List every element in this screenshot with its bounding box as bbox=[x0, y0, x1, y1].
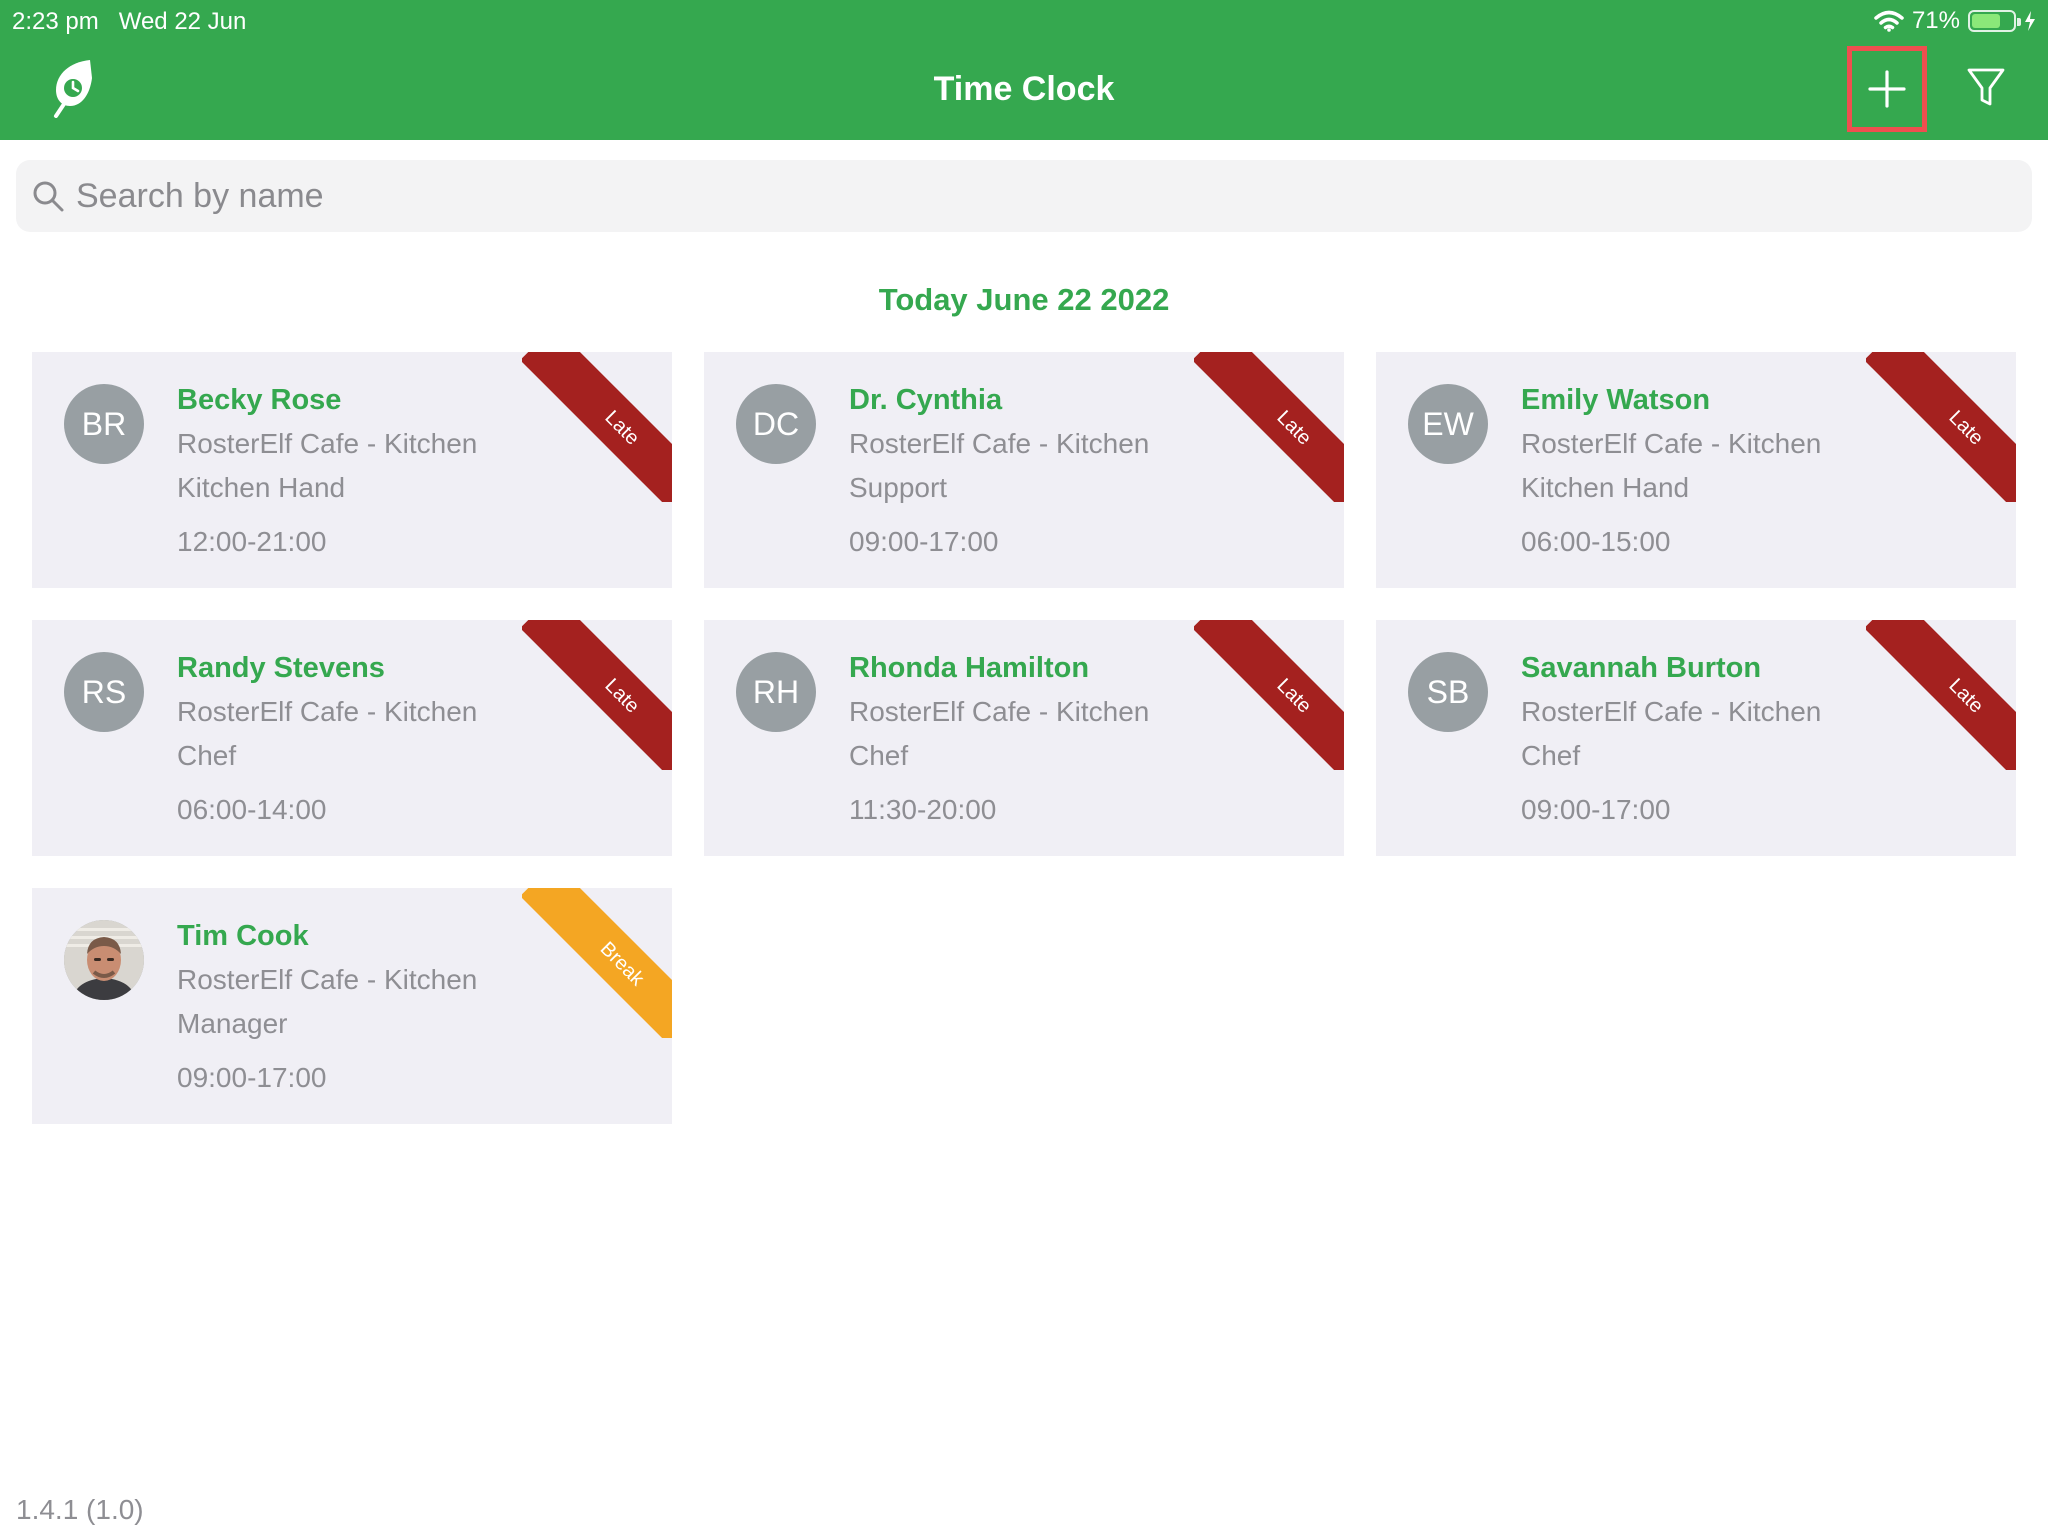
shift-role: Kitchen Hand bbox=[177, 472, 346, 503]
app-version: 1.4.1 (1.0) bbox=[16, 1494, 144, 1525]
search-icon bbox=[33, 181, 64, 212]
plus-icon bbox=[1868, 70, 1906, 108]
shift-location: RosterElf Cafe - Kitchen bbox=[177, 428, 478, 459]
employee-name: Savannah Burton bbox=[1521, 652, 1762, 684]
shift-time: 11:30-20:00 bbox=[849, 794, 997, 825]
app-header: 2:23 pm Wed 22 Jun 71% Time Clock bbox=[0, 0, 2048, 140]
status-time: 2:23 pm bbox=[12, 8, 99, 35]
search-input[interactable] bbox=[76, 160, 1976, 232]
shift-location: RosterElf Cafe - Kitchen bbox=[849, 696, 1150, 727]
shift-card[interactable]: RH Rhonda Hamilton RosterElf Cafe - Kitc… bbox=[704, 620, 1344, 856]
shift-role: Chef bbox=[849, 740, 909, 771]
avatar-initials: DC bbox=[752, 405, 800, 442]
avatar: BR bbox=[64, 384, 144, 464]
shift-time: 09:00-17:00 bbox=[177, 1062, 327, 1093]
avatar: SB bbox=[1408, 652, 1488, 732]
shift-role: Manager bbox=[177, 1008, 288, 1039]
filter-funnel-icon[interactable] bbox=[1966, 66, 2006, 110]
avatar-initials: RH bbox=[752, 673, 800, 710]
status-ribbon: Late bbox=[1866, 352, 2016, 502]
add-button[interactable] bbox=[1847, 46, 1927, 132]
battery-level bbox=[1972, 14, 2001, 28]
shift-time: 09:00-17:00 bbox=[1521, 794, 1671, 825]
avatar-initials: BR bbox=[81, 405, 127, 442]
status-badge: Late bbox=[522, 352, 672, 502]
shift-location: RosterElf Cafe - Kitchen bbox=[177, 696, 478, 727]
employee-name: Randy Stevens bbox=[177, 652, 385, 684]
shift-card[interactable]: EW Emily Watson RosterElf Cafe - Kitchen… bbox=[1376, 352, 2016, 588]
shift-card[interactable]: DC Dr. Cynthia RosterElf Cafe - Kitchen … bbox=[704, 352, 1344, 588]
status-date: Wed 22 Jun bbox=[118, 8, 247, 35]
status-badge: Late bbox=[522, 620, 672, 770]
shift-location: RosterElf Cafe - Kitchen bbox=[1521, 696, 1822, 727]
battery-percent: 71% bbox=[1911, 7, 1960, 34]
shift-role: Support bbox=[849, 472, 948, 503]
status-badge: Late bbox=[1194, 352, 1344, 502]
status-ribbon: Late bbox=[1194, 352, 1344, 502]
status-ribbon: Late bbox=[522, 620, 672, 770]
wifi-icon bbox=[1874, 10, 1904, 32]
status-ribbon: Late bbox=[522, 352, 672, 502]
charging-bolt-icon bbox=[2025, 11, 2035, 31]
avatar: EW bbox=[1408, 384, 1488, 464]
battery-icon bbox=[1968, 10, 2021, 32]
shift-time: 06:00-14:00 bbox=[177, 794, 327, 825]
employee-name: Dr. Cynthia bbox=[849, 384, 1003, 416]
shift-location: RosterElf Cafe - Kitchen bbox=[1521, 428, 1822, 459]
status-bar-right: 71% bbox=[1874, 6, 2036, 36]
shift-time: 09:00-17:00 bbox=[849, 526, 999, 557]
shift-card[interactable]: RS Randy Stevens RosterElf Cafe - Kitche… bbox=[32, 620, 672, 856]
battery-nub bbox=[2017, 18, 2021, 26]
status-bar-time: 2:23 pm Wed 22 Jun bbox=[12, 8, 246, 36]
status-ribbon: Late bbox=[1866, 620, 2016, 770]
avatar-initials: EW bbox=[1422, 405, 1474, 442]
shift-location: RosterElf Cafe - Kitchen bbox=[849, 428, 1150, 459]
shift-role: Chef bbox=[1521, 740, 1581, 771]
shift-card[interactable]: BR Becky Rose RosterElf Cafe - Kitchen K… bbox=[32, 352, 672, 588]
avatar-initials: SB bbox=[1426, 673, 1470, 710]
status-ribbon: Break bbox=[522, 888, 672, 1038]
employee-name: Rhonda Hamilton bbox=[849, 652, 1090, 684]
page-title: Time Clock bbox=[933, 70, 1115, 108]
shift-card[interactable]: SB Savannah Burton RosterElf Cafe - Kitc… bbox=[1376, 620, 2016, 856]
status-badge: Break bbox=[522, 888, 672, 1038]
status-badge: Late bbox=[1866, 352, 2016, 502]
shift-time: 06:00-15:00 bbox=[1521, 526, 1671, 557]
search-bar bbox=[16, 160, 2032, 232]
avatar-initials: RS bbox=[81, 673, 127, 710]
employee-name: Becky Rose bbox=[177, 384, 342, 416]
avatar-photo bbox=[64, 920, 144, 1000]
shift-time: 12:00-21:00 bbox=[177, 526, 327, 557]
avatar: DC bbox=[736, 384, 816, 464]
shift-card[interactable]: Tim Cook RosterElf Cafe - Kitchen Manage… bbox=[32, 888, 672, 1124]
avatar: RS bbox=[64, 652, 144, 732]
shift-card-grid: BR Becky Rose RosterElf Cafe - Kitchen K… bbox=[32, 352, 2018, 1124]
status-badge: Late bbox=[1866, 620, 2016, 770]
shift-role: Kitchen Hand bbox=[1521, 472, 1690, 503]
person-photo-icon bbox=[64, 920, 144, 1000]
avatar: RH bbox=[736, 652, 816, 732]
status-ribbon: Late bbox=[1194, 620, 1344, 770]
employee-name: Tim Cook bbox=[177, 920, 309, 952]
employee-name: Emily Watson bbox=[1521, 384, 1711, 416]
shift-role: Chef bbox=[177, 740, 237, 771]
status-badge: Late bbox=[1194, 620, 1344, 770]
date-heading: Today June 22 2022 bbox=[878, 282, 1170, 317]
shift-location: RosterElf Cafe - Kitchen bbox=[177, 964, 478, 995]
